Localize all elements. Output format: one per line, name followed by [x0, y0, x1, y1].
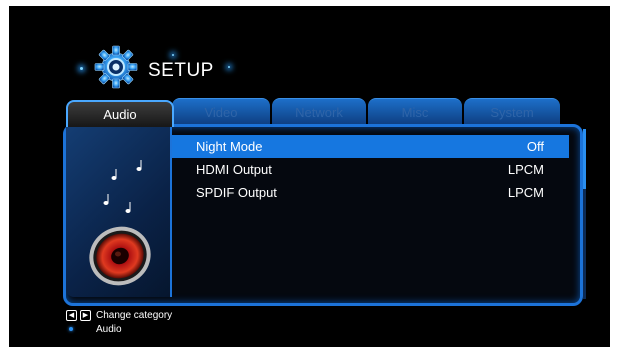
right-arrow-key-icon: ▶ — [80, 310, 91, 321]
setting-row-hdmi-output[interactable]: HDMI Output LPCM — [172, 158, 569, 181]
page-title: SETUP — [148, 60, 214, 81]
change-category-hint: Change category — [96, 310, 173, 321]
setting-value: LPCM — [507, 185, 544, 200]
scrollbar-thumb[interactable] — [583, 129, 586, 189]
sparkle-decoration — [228, 66, 230, 68]
sparkle-decoration — [80, 67, 83, 70]
setting-row-spdif-output[interactable]: SPDIF Output LPCM — [172, 181, 569, 204]
tab-misc[interactable]: Misc — [368, 98, 462, 125]
category-illustration — [66, 127, 170, 297]
setting-label: Night Mode — [196, 139, 263, 154]
sparkle-decoration — [172, 54, 174, 56]
tab-system[interactable]: System — [464, 98, 560, 125]
tab-video[interactable]: Video — [172, 98, 270, 125]
current-category-label: Audio — [96, 324, 122, 335]
tab-network[interactable]: Network — [272, 98, 366, 125]
speaker-icon — [89, 226, 151, 286]
setting-label: HDMI Output — [196, 162, 272, 177]
setting-row-night-mode[interactable]: Night Mode Off — [172, 135, 569, 158]
left-arrow-key-icon: ◀ — [66, 310, 77, 321]
setting-value: LPCM — [507, 162, 544, 177]
tab-audio[interactable]: Audio — [66, 100, 174, 127]
setting-value: Off — [526, 139, 544, 154]
gear-icon — [94, 45, 138, 89]
bullet-icon — [69, 327, 73, 331]
setting-label: SPDIF Output — [196, 185, 277, 200]
